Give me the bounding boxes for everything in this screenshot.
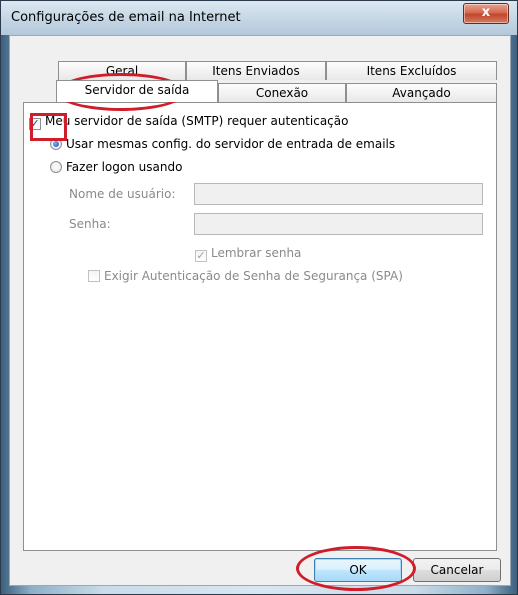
tab-label: Servidor de saída	[84, 83, 190, 97]
tab-conexao[interactable]: Conexão	[218, 83, 346, 102]
remember-password-checkbox[interactable]: ✓	[195, 250, 207, 262]
radio-same-settings[interactable]	[50, 138, 62, 150]
close-icon: x	[481, 5, 491, 20]
tab-label: Itens Enviados	[212, 64, 300, 78]
tab-itens-enviados[interactable]: Itens Enviados	[186, 61, 326, 80]
cancel-button[interactable]: Cancelar	[413, 558, 501, 582]
tab-servidor-de-saida[interactable]: Servidor de saída	[56, 80, 218, 102]
spa-label: Exigir Autenticação de Senha de Seguranç…	[104, 269, 403, 283]
remember-password-label: Lembrar senha	[211, 246, 302, 260]
spa-checkbox[interactable]	[88, 270, 100, 282]
dialog-client-area: Geral Itens Enviados Itens Excluídos Ser…	[9, 35, 511, 586]
radio-logon[interactable]	[50, 161, 62, 173]
dialog-window: Configurações de email na Internet x Ger…	[0, 0, 518, 595]
radio-same-settings-label: Usar mesmas config. do servidor de entra…	[66, 137, 396, 151]
password-field[interactable]	[194, 213, 483, 235]
window-title: Configurações de email na Internet	[11, 10, 241, 25]
username-field[interactable]	[194, 183, 483, 205]
title-bar[interactable]: Configurações de email na Internet x	[1, 1, 517, 35]
password-label: Senha:	[69, 217, 111, 231]
tab-panel: ✓ Meu servidor de saída (SMTP) requer aut…	[23, 102, 497, 551]
smtp-auth-checkbox-row[interactable]: ✓ Meu servidor de saída (SMTP) requer aut…	[29, 114, 348, 130]
tab-label: Geral	[105, 64, 139, 78]
close-button[interactable]: x	[463, 3, 509, 24]
radio-logon-row[interactable]: Fazer logon usando	[50, 160, 182, 174]
ok-button[interactable]: OK	[314, 558, 402, 582]
smtp-auth-checkbox[interactable]: ✓	[29, 118, 41, 130]
tab-geral[interactable]: Geral	[58, 61, 186, 80]
tab-label: Itens Excluídos	[366, 64, 457, 78]
remember-password-row[interactable]: ✓ Lembrar senha	[195, 246, 301, 262]
username-label: Nome de usuário:	[69, 187, 176, 201]
tab-itens-excluidos[interactable]: Itens Excluídos	[326, 61, 497, 80]
radio-logon-label: Fazer logon usando	[66, 160, 183, 174]
spa-row[interactable]: Exigir Autenticação de Senha de Seguranç…	[88, 269, 403, 283]
smtp-auth-label: Meu servidor de saída (SMTP) requer aute…	[45, 114, 349, 128]
tab-avancado[interactable]: Avançado	[346, 83, 497, 102]
radio-same-settings-row[interactable]: Usar mesmas config. do servidor de entra…	[50, 137, 395, 151]
tab-label: Conexão	[255, 86, 309, 100]
tab-label: Avançado	[392, 86, 451, 100]
